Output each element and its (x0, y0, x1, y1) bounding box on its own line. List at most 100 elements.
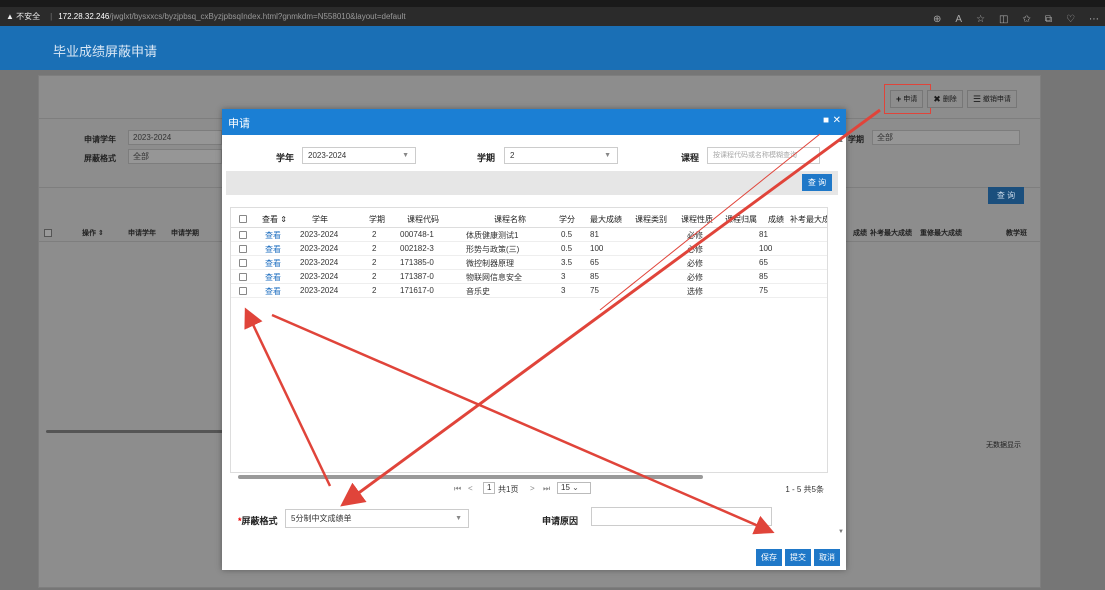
page-size-select[interactable]: 15 ⌄ (557, 482, 591, 494)
view-link[interactable]: 查看 (265, 244, 281, 255)
chevron-down-icon: ▼ (604, 152, 611, 159)
grid-horizontal-scrollbar[interactable] (230, 473, 828, 481)
col-makeup[interactable]: 补考最大成 (790, 214, 827, 225)
col-term[interactable]: 学期 (369, 214, 385, 225)
cell-credit: 3.5 (561, 258, 573, 267)
grid-scroll-thumb[interactable] (238, 475, 703, 479)
read-aloud-icon[interactable]: A (955, 14, 962, 25)
next-page-button[interactable]: > (530, 484, 535, 493)
view-link[interactable]: 查看 (265, 272, 281, 283)
cell-nature: 必修 (687, 245, 703, 254)
bg-header-class[interactable]: 教学班 (1006, 228, 1027, 238)
bg-header-term[interactable]: 申请学期 (171, 228, 199, 238)
col-code[interactable]: 课程代码 (407, 214, 439, 225)
bg-header-score[interactable]: 成绩 (853, 228, 867, 238)
view-link[interactable]: 查看 (265, 258, 281, 269)
bg-year-select[interactable]: 2023-2024 (128, 130, 222, 145)
last-page-button[interactable]: ⏭ (543, 484, 550, 494)
course-search-input[interactable]: 按课程代码或名称模糊查询 (707, 147, 820, 164)
app-header: 毕业成绩屏蔽申请 (0, 26, 1105, 70)
bg-scroll-thumb[interactable] (46, 430, 226, 433)
table-row[interactable]: 查看 2023-2024 2 171617-0 音乐史 3 75 选修 75 (231, 284, 827, 298)
dialog-actions: 保存 提交 取消 (756, 549, 840, 566)
view-link[interactable]: 查看 (265, 286, 281, 297)
cell-max: 75 (590, 286, 599, 295)
row-checkbox[interactable] (239, 273, 247, 281)
table-row[interactable]: 查看 2023-2024 2 002182-3 形势与政策(三) 0.5 100… (231, 242, 827, 256)
col-nature[interactable]: 课程性质 (681, 214, 713, 225)
reason-label: 申请原因 (542, 516, 579, 526)
favorites-icon[interactable]: ✩ (1023, 14, 1031, 25)
col-belong[interactable]: 课程归属 (725, 214, 757, 225)
cell-nature: 必修 (687, 231, 703, 240)
table-row[interactable]: 查看 2023-2024 2 171385-0 微控制器原理 3.5 65 必修… (231, 256, 827, 270)
bg-header-year[interactable]: 申请学年 (128, 228, 156, 238)
table-row[interactable]: 查看 2023-2024 2 171387-0 物联网信息安全 3 85 必修 … (231, 270, 827, 284)
scroll-down-icon[interactable]: ▼ (838, 529, 844, 535)
row-checkbox[interactable] (239, 287, 247, 295)
col-year[interactable]: 学年 (312, 214, 328, 225)
bg-query-button[interactable]: 查 询 (988, 187, 1024, 204)
row-checkbox[interactable] (239, 231, 247, 239)
format-select[interactable]: 5分制中文成绩单 ▼ (285, 509, 469, 528)
row-checkbox[interactable] (239, 259, 247, 267)
bg-select-all-checkbox[interactable] (44, 229, 52, 237)
prev-page-button[interactable]: < (468, 484, 473, 493)
cell-year: 2023-2024 (300, 286, 339, 295)
search-bar: 查 询 (226, 171, 838, 195)
cell-term: 2 (372, 230, 377, 239)
chevron-down-icon: ▼ (455, 515, 462, 522)
year-label: 学年 (276, 153, 295, 163)
bg-term-select[interactable]: 全部 (872, 130, 1020, 145)
apply-button[interactable]: + 申请 (890, 90, 924, 108)
extensions-icon[interactable]: ♡ (1066, 14, 1075, 25)
bg-header-makeup[interactable]: 补考最大成绩 (870, 228, 912, 238)
table-row[interactable]: 查看 2023-2024 2 000748-1 体质健康测试1 0.5 81 必… (231, 228, 827, 242)
reason-input[interactable] (591, 507, 772, 526)
dialog-query-button[interactable]: 查 询 (802, 174, 832, 191)
col-credit[interactable]: 学分 (559, 214, 575, 225)
col-name[interactable]: 课程名称 (494, 214, 526, 225)
bg-header-retake[interactable]: 重修最大成绩 (920, 228, 962, 238)
url-host[interactable]: 172.28.32.246 (58, 12, 109, 21)
select-all-checkbox[interactable] (239, 215, 247, 223)
split-screen-icon[interactable]: ◫ (999, 14, 1008, 25)
submit-button[interactable]: 提交 (785, 549, 811, 566)
cell-max: 65 (590, 258, 599, 267)
revoke-button[interactable]: ☰ 撤销申请 (966, 90, 1017, 108)
year-select[interactable]: 2023-2024 ▼ (302, 147, 416, 164)
maximize-icon[interactable]: ■ (823, 115, 829, 126)
cell-name: 形势与政策(三) (466, 245, 520, 254)
page-title: 毕业成绩屏蔽申请 (53, 44, 158, 59)
delete-button[interactable]: ✖ 删除 (927, 90, 963, 108)
more-menu-icon[interactable]: ⋯ (1089, 14, 1099, 25)
term-select[interactable]: 2 ▼ (504, 147, 618, 164)
row-checkbox[interactable] (239, 245, 247, 253)
browser-address-bar[interactable]: ▲ 不安全 | 172.28.32.246 /jwglxt/bysxxcs/by… (0, 0, 1105, 26)
url-path[interactable]: /jwglxt/bysxxcs/byzjpbsq_cxByzjpbsqIndex… (109, 12, 405, 21)
cell-name: 音乐史 (466, 287, 490, 296)
collections-icon[interactable]: ⧉ (1045, 14, 1052, 25)
page-number-input[interactable]: 1 (483, 482, 496, 494)
col-max[interactable]: 最大成绩 (590, 214, 622, 225)
scroll-up-icon[interactable]: ▲ (838, 138, 844, 144)
cell-year: 2023-2024 (300, 272, 339, 281)
cell-term: 2 (372, 258, 377, 267)
bg-header-action[interactable]: 操作 ⇕ (82, 228, 104, 238)
insecure-warning[interactable]: ▲ 不安全 (6, 11, 40, 22)
dialog-filter-row: 学年 2023-2024 ▼ 学期 2 ▼ 课程 按课程代码或名称模糊查询 ▲ (222, 135, 846, 171)
zoom-icon[interactable]: ⊕ (933, 14, 941, 25)
col-score[interactable]: 成绩 (768, 214, 784, 225)
cancel-button[interactable]: 取消 (814, 549, 840, 566)
cell-nature: 选修 (687, 287, 703, 296)
first-page-button[interactable]: ⏮ (454, 484, 461, 494)
close-icon[interactable]: ✕ (833, 115, 841, 126)
bg-format-select[interactable]: 全部 (128, 149, 222, 164)
col-view[interactable]: 查看 ⇕ (262, 214, 287, 225)
col-category[interactable]: 课程类别 (635, 214, 667, 225)
save-button[interactable]: 保存 (756, 549, 782, 566)
favorite-star-icon[interactable]: ☆ (976, 14, 985, 25)
view-link[interactable]: 查看 (265, 230, 281, 241)
page-size-value: 15 (561, 483, 570, 492)
dialog-header[interactable]: 申请 ■ ✕ (222, 109, 846, 135)
